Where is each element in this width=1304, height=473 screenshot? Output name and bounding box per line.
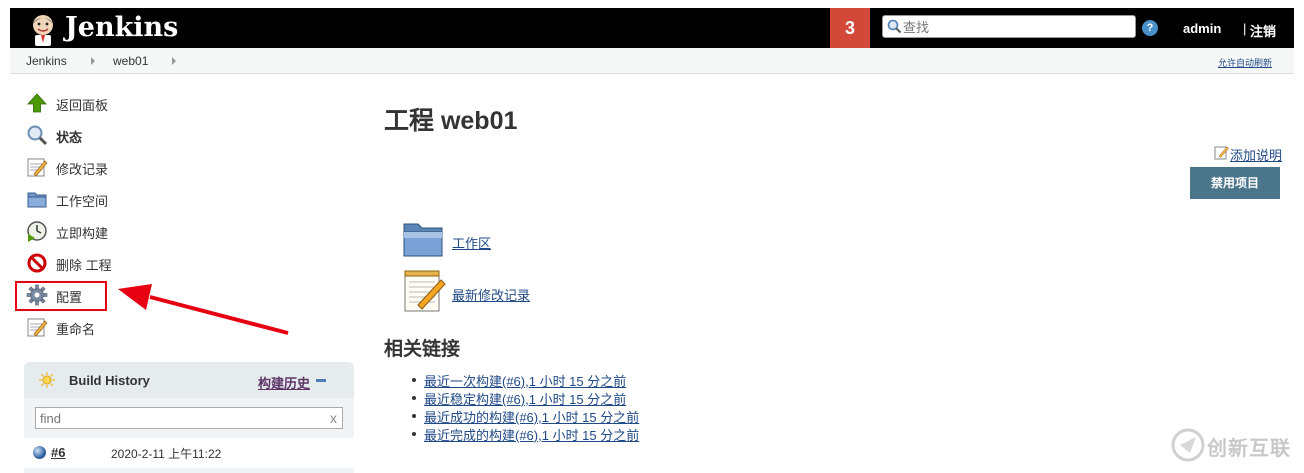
build-history-title: Build History (69, 373, 150, 388)
build-history-header: Build History 构建历史 (24, 362, 354, 398)
build-row[interactable]: #6 2020-2-11 上午11:22 (24, 438, 354, 468)
sidebar-item-label: 立即构建 (56, 226, 109, 241)
logout-link[interactable]: 注销 (1250, 21, 1276, 40)
build-trend-link[interactable]: 构建历史 (258, 373, 310, 392)
notification-badge[interactable]: 3 (830, 8, 870, 48)
auto-refresh-link[interactable]: 允许自动刷新 (1218, 56, 1272, 69)
sidebar-item-label: 重命名 (56, 322, 96, 337)
permalink-last-successful[interactable]: 最近成功的构建(#6),1 小时 15 分之前 (424, 407, 639, 426)
permalink-last-stable[interactable]: 最近稳定构建(#6),1 小时 15 分之前 (424, 389, 626, 408)
breadcrumb-separator-icon[interactable] (172, 57, 176, 65)
permalink-last-completed[interactable]: 最近完成的构建(#6),1 小时 15 分之前 (424, 425, 639, 444)
sidebar-item-label: 返回面板 (56, 98, 109, 113)
blue-ball-status-icon (33, 446, 46, 459)
breadcrumb-jenkins[interactable]: Jenkins (26, 54, 67, 68)
search-input[interactable] (903, 18, 1131, 36)
user-link[interactable]: admin (1183, 21, 1221, 36)
breadcrumb: Jenkins web01 允许自动刷新 (10, 48, 1294, 74)
collapse-icon[interactable] (316, 379, 326, 382)
jenkins-logo-icon[interactable] (26, 12, 60, 46)
page-title: 工程 web01 (384, 107, 518, 135)
sidebar-item-label: 修改记录 (56, 162, 109, 177)
build-filter-input[interactable] (40, 410, 320, 426)
build-number-link[interactable]: #6 (51, 445, 65, 460)
search-icon (887, 19, 902, 34)
no-entry-icon (27, 253, 47, 273)
help-icon[interactable]: ? (1142, 20, 1158, 36)
magnifier-icon (27, 125, 48, 146)
workspace-folder-icon[interactable] (402, 218, 446, 262)
brand-name[interactable]: Jenkins (65, 12, 178, 44)
watermark-text: 创新互联 (1207, 438, 1291, 460)
build-history-panel: Build History 构建历史 x #6 2020-2-11 上午11:2… (24, 362, 354, 473)
logout-separator: | (1243, 21, 1247, 36)
disable-project-button[interactable]: 禁用项目 (1190, 167, 1280, 199)
breadcrumb-separator-icon[interactable] (91, 57, 95, 65)
breadcrumb-web01[interactable]: web01 (113, 54, 148, 68)
add-description-link[interactable]: 添加说明 (1230, 145, 1282, 164)
highlight-box (15, 281, 107, 311)
changes-notepad-icon[interactable] (402, 269, 446, 313)
notepad-icon (27, 318, 48, 337)
up-arrow-icon (27, 93, 47, 113)
clear-icon[interactable]: x (330, 410, 337, 426)
sun-icon (39, 372, 55, 388)
notepad-icon (27, 158, 48, 177)
permalinks-title: 相关链接 (384, 339, 461, 360)
search-box (882, 15, 1136, 38)
build-filter-box: x (35, 407, 343, 429)
sidebar-item-label: 删除 工程 (56, 258, 112, 273)
build-date[interactable]: 2020-2-11 上午11:22 (111, 445, 221, 462)
clock-icon (27, 221, 47, 242)
folder-icon (27, 192, 47, 208)
sidebar-item-label: 工作空间 (56, 194, 109, 209)
recent-changes-link[interactable]: 最新修改记录 (452, 285, 530, 304)
permalink-last-build[interactable]: 最近一次构建(#6),1 小时 15 分之前 (424, 371, 626, 390)
workspace-link[interactable]: 工作区 (452, 233, 491, 252)
page-header: Jenkins 3 ? admin | 注销 (10, 8, 1294, 48)
edit-icon[interactable] (1214, 145, 1229, 160)
sidebar-item-label: 状态 (56, 130, 83, 145)
